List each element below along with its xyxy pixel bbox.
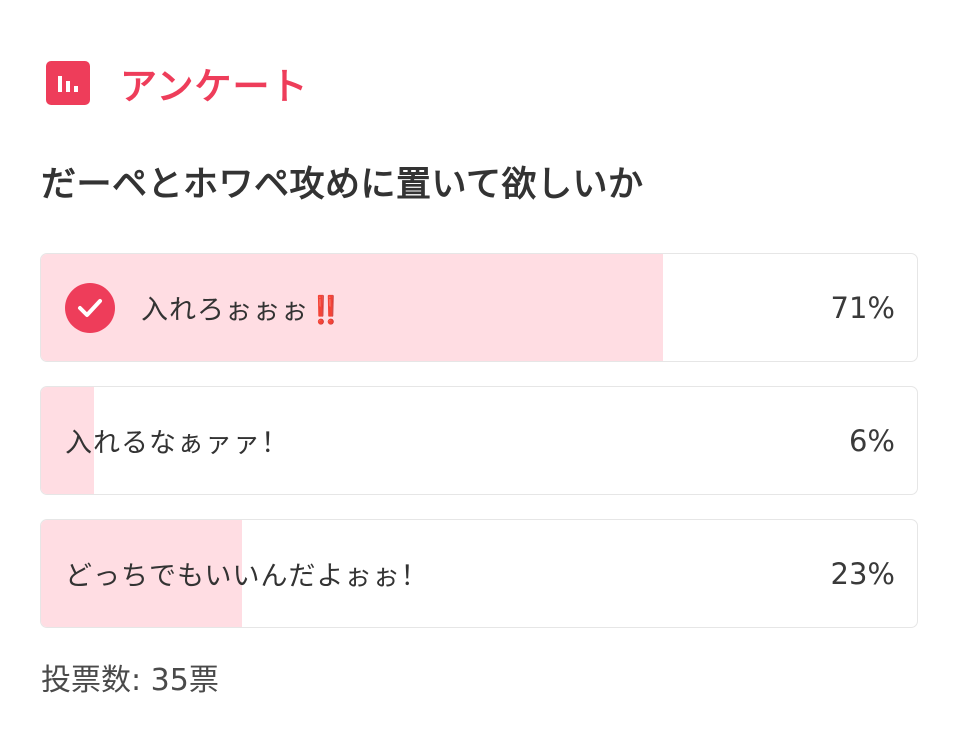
poll-option-3[interactable]: どっちでもいいんだよぉぉ！ 23% [40, 519, 918, 628]
poll-option-label: 入れろぉぉぉ‼️ [141, 295, 344, 326]
poll-option-label: 入れるなぁァァ！ [65, 428, 289, 459]
checkmark-icon [65, 282, 115, 333]
poll-option-2[interactable]: 入れるなぁァァ！ 6% [40, 386, 918, 495]
bar-chart-icon [46, 61, 90, 105]
poll-option-content: 入れるなぁァァ！ 6% [65, 387, 895, 494]
poll-option-1[interactable]: 入れろぉぉぉ‼️ 71% [40, 253, 918, 362]
poll-question: だーペとホワペ攻めに置いて欲しいか [41, 165, 644, 205]
poll-header: アンケート [46, 60, 309, 108]
poll-option-percent: 71% [830, 290, 895, 325]
poll-option-content: 入れろぉぉぉ‼️ 71% [65, 254, 895, 361]
poll-option-percent: 23% [830, 556, 895, 591]
poll-option-percent: 6% [848, 423, 895, 458]
poll-option-content: どっちでもいいんだよぉぉ！ 23% [65, 520, 895, 627]
vote-count: 投票数: 35票 [41, 663, 219, 698]
poll-option-label: どっちでもいいんだよぉぉ！ [65, 561, 429, 592]
poll-title: アンケート [120, 65, 309, 108]
